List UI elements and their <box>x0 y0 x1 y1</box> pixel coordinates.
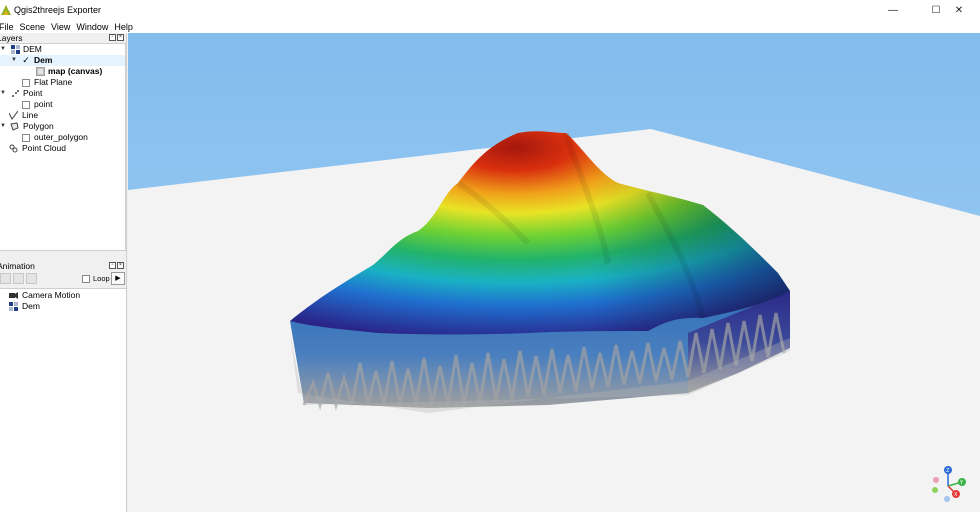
dem-group-icon <box>11 45 20 54</box>
tree-item-point[interactable]: point <box>0 99 125 110</box>
tree-item-flat-plane[interactable]: Flat Plane <box>0 77 125 88</box>
add-keyframe-icon[interactable] <box>0 273 11 284</box>
remove-keyframe-icon[interactable] <box>26 273 37 284</box>
menu-scene[interactable]: Scene <box>20 22 46 32</box>
tree-group-line[interactable]: Line <box>0 110 125 121</box>
menu-help[interactable]: Help <box>114 22 133 32</box>
loop-label: Loop <box>93 274 110 283</box>
app-window: Qgis2threejs Exporter — ☐ ✕ File Scene V… <box>0 0 980 512</box>
chevron-down-icon[interactable]: ▼ <box>0 44 6 55</box>
line-layer-icon <box>8 110 19 120</box>
tree-item-outer-polygon[interactable]: outer_polygon <box>0 132 125 143</box>
axes-gizmo-icon[interactable]: Z Y X <box>930 464 970 504</box>
anim-item-camera-motion[interactable]: Camera Motion <box>0 290 125 301</box>
animation-tree: Camera Motion Dem <box>0 288 126 512</box>
anim-item-dem[interactable]: Dem <box>0 301 125 312</box>
svg-text:X: X <box>954 492 958 498</box>
layers-panel-title: Layers ▫ × <box>0 33 126 43</box>
animation-toolbar: Loop ▶ <box>0 272 126 287</box>
point-cloud-icon <box>9 144 18 153</box>
scene-render <box>128 33 980 512</box>
checkbox-checked[interactable]: ✓ <box>22 56 30 65</box>
menu-file[interactable]: File <box>0 22 14 32</box>
menu-view[interactable]: View <box>51 22 70 32</box>
float-icon[interactable]: ▫ <box>109 34 116 41</box>
left-dock: Layers ▫ × ▼ DEM ▼ ✓ Dem <box>0 33 127 512</box>
chevron-down-icon[interactable]: ▼ <box>0 88 6 99</box>
edit-keyframe-icon[interactable] <box>13 273 24 284</box>
camera-icon <box>9 291 18 300</box>
close-button[interactable]: ✕ <box>937 0 980 20</box>
polygon-layer-icon <box>10 122 19 131</box>
qgis-logo-icon <box>0 4 12 16</box>
layers-tree: ▼ DEM ▼ ✓ Dem map (canvas) Flat Plane ▼ … <box>0 43 126 251</box>
close-panel-icon[interactable]: × <box>117 262 124 269</box>
point-layer-icon <box>11 89 20 98</box>
dem-group-icon <box>9 302 18 311</box>
tree-group-dem[interactable]: ▼ DEM <box>0 44 125 55</box>
loop-checkbox[interactable] <box>82 275 90 283</box>
checkbox-unchecked[interactable] <box>22 134 30 142</box>
chevron-down-icon[interactable]: ▼ <box>11 55 17 66</box>
play-button[interactable]: ▶ <box>111 272 125 285</box>
chevron-down-icon[interactable]: ▼ <box>0 121 6 132</box>
animation-panel-title: Animation ▫ × <box>0 261 126 271</box>
raster-icon <box>35 66 46 77</box>
svg-text:Z: Z <box>946 468 950 474</box>
tree-item-dem-layer[interactable]: ▼ ✓ Dem <box>0 55 125 66</box>
menu-bar: File Scene View Window Help <box>0 20 980 33</box>
tree-item-map-canvas[interactable]: map (canvas) <box>0 66 125 77</box>
checkbox-unchecked[interactable] <box>22 79 30 87</box>
title-bar: Qgis2threejs Exporter — ☐ ✕ <box>0 0 980 20</box>
tree-group-point[interactable]: ▼ Point <box>0 88 125 99</box>
tree-group-point-cloud[interactable]: Point Cloud <box>0 143 125 154</box>
minimize-button[interactable]: — <box>871 0 915 20</box>
3d-viewport[interactable] <box>128 33 980 512</box>
window-title: Qgis2threejs Exporter <box>14 5 102 15</box>
close-panel-icon[interactable]: × <box>117 34 124 41</box>
tree-group-polygon[interactable]: ▼ Polygon <box>0 121 125 132</box>
menu-window[interactable]: Window <box>76 22 108 32</box>
float-icon[interactable]: ▫ <box>109 262 116 269</box>
checkbox-unchecked[interactable] <box>22 101 30 109</box>
